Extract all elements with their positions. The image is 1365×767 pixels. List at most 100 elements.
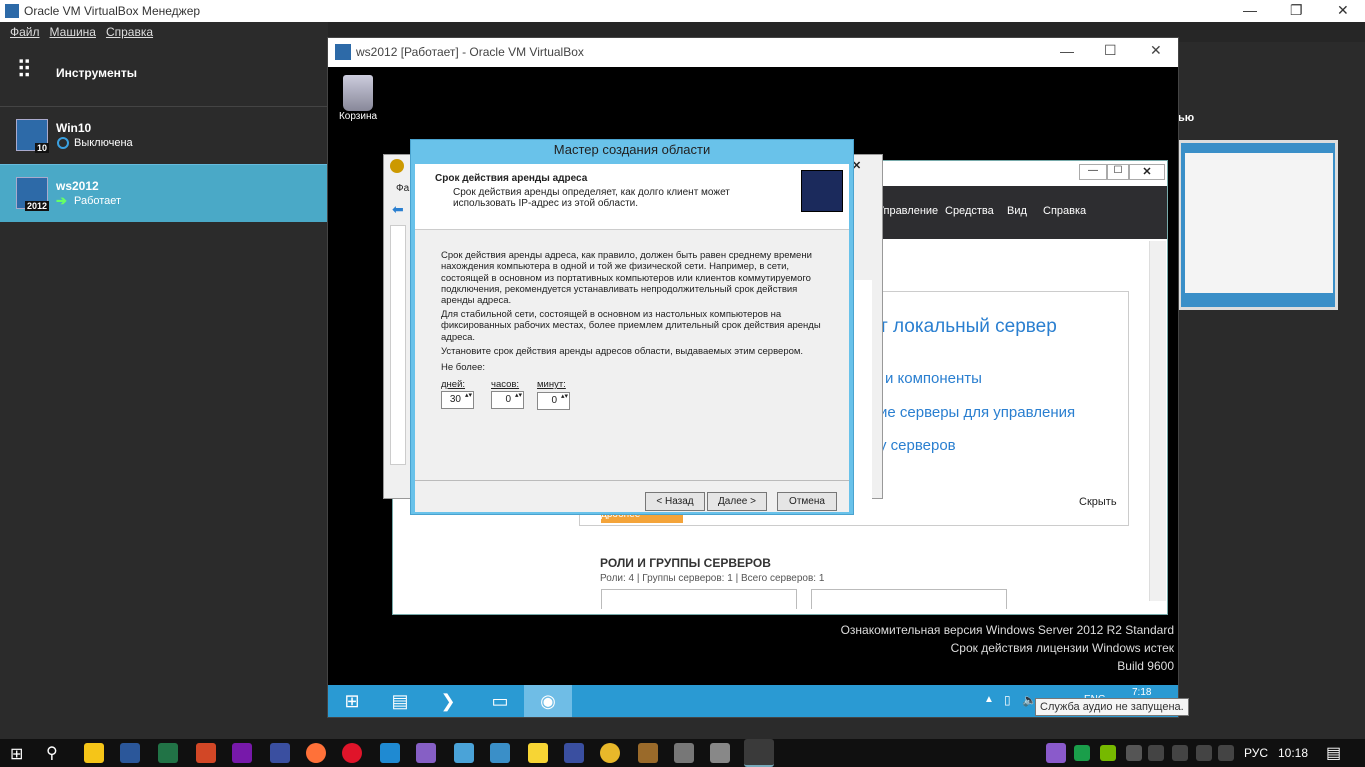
guest-clock[interactable]: 7:18	[1132, 687, 1151, 698]
wizard-header: Срок действия аренды адреса Срок действи…	[415, 164, 849, 230]
virtualbox-icon	[335, 44, 351, 60]
vm-preview	[1178, 140, 1338, 310]
vm-status: Выключена	[74, 137, 133, 149]
disk-icon[interactable]	[564, 743, 584, 763]
menu-machine[interactable]: Машина	[50, 25, 96, 39]
back-arrow-icon[interactable]: ⬅	[392, 201, 404, 218]
vm-item-ws2012[interactable]: 2012 ws2012 ➔ Работает	[0, 164, 327, 222]
powerpoint-icon[interactable]	[196, 743, 216, 763]
dhcp-details	[852, 280, 872, 500]
back-button[interactable]: < Назад	[645, 492, 705, 511]
srvmgr-close-button[interactable]: ✕	[1129, 164, 1165, 180]
srvmgr-max-button[interactable]: ☐	[1107, 164, 1129, 180]
battery-icon[interactable]	[1126, 745, 1142, 761]
feather-icon[interactable]	[1046, 743, 1066, 763]
sticky-notes-icon[interactable]	[528, 743, 548, 763]
dhcp-tree	[390, 225, 406, 465]
word-icon[interactable]	[120, 743, 140, 763]
hide-link[interactable]: Скрыть	[1079, 496, 1117, 508]
menu-tools[interactable]: Средства	[945, 205, 994, 217]
recycle-bin-icon	[343, 75, 373, 111]
vm-sidebar: ⫶⫶ Инструменты 10 Win10 Выключена 2012 w…	[0, 42, 328, 739]
kaspersky-icon[interactable]	[1074, 745, 1090, 761]
audio-tooltip: Служба аудио не запущена.	[1035, 698, 1189, 716]
srvmgr-min-button[interactable]: —	[1079, 164, 1107, 180]
tray-arrow-icon[interactable]: ▲	[984, 694, 994, 705]
link-local-server[interactable]: т локальный сервер	[879, 316, 1057, 338]
next-button[interactable]: Далее >	[707, 492, 767, 511]
cancel-button[interactable]: Отмена	[777, 492, 837, 511]
recycle-bin[interactable]: Корзина	[338, 75, 378, 122]
opera-icon[interactable]	[342, 743, 362, 763]
link-add-servers[interactable]: ие серверы для управления	[879, 404, 1075, 421]
save-icon[interactable]	[270, 743, 290, 763]
guest-title: ws2012 [Работает] - Oracle VM VirtualBox	[356, 45, 584, 59]
nvidia-icon[interactable]	[1100, 745, 1116, 761]
minutes-spinner[interactable]: 0	[537, 392, 570, 410]
notifications-icon[interactable]: ▤	[1326, 743, 1341, 763]
server-manager-taskbar-icon[interactable]: ▤	[376, 685, 424, 717]
vscode-icon[interactable]	[380, 743, 400, 763]
running-arrow-icon: ➔	[56, 193, 67, 208]
tool-icon[interactable]	[638, 743, 658, 763]
visualstudio-icon[interactable]	[416, 743, 436, 763]
guest-window: ws2012 [Работает] - Oracle VM VirtualBox…	[327, 37, 1179, 718]
cube-icon[interactable]	[710, 743, 730, 763]
link-server-group[interactable]: у серверов	[879, 437, 956, 454]
power-off-icon	[57, 137, 69, 149]
firefox-icon[interactable]	[306, 743, 326, 763]
hours-spinner[interactable]: 0	[491, 391, 524, 409]
guest-maximize-button[interactable]: ☐	[1104, 42, 1117, 59]
dhcp-icon	[390, 159, 404, 173]
menu-help[interactable]: Справка	[106, 25, 153, 39]
wizard-subheading: Срок действия аренды определяет, как дол…	[453, 187, 730, 209]
tray-network-icon[interactable]: ▯	[1004, 693, 1011, 707]
srvmgr-scrollbar[interactable]	[1149, 241, 1166, 601]
volume-icon[interactable]	[1218, 745, 1234, 761]
wifi-icon[interactable]	[1196, 745, 1212, 761]
language-indicator[interactable]: РУС	[1244, 746, 1268, 760]
dhcp-taskbar-icon[interactable]: ◉	[524, 685, 572, 717]
chrome-icon[interactable]	[600, 743, 620, 763]
guest-close-button[interactable]: ✕	[1150, 42, 1162, 59]
start-button[interactable]: ⊞	[328, 685, 376, 717]
virtualbox-taskbar-icon[interactable]	[744, 739, 774, 767]
excel-icon[interactable]	[158, 743, 178, 763]
tools-icon: ⫶⫶	[18, 56, 30, 83]
search-icon[interactable]: ⚲	[46, 743, 58, 763]
days-spinner[interactable]: 30	[441, 391, 474, 409]
role-tile[interactable]	[811, 589, 1007, 609]
details-text-fragment: ью	[1178, 112, 1195, 124]
restore-button[interactable]: ❐	[1290, 2, 1303, 19]
dhcp-menu-file[interactable]: Фа	[396, 183, 409, 194]
explorer-taskbar-icon[interactable]: ▭	[476, 685, 524, 717]
network-tool-icon[interactable]	[674, 743, 694, 763]
powershell-taskbar-icon[interactable]: ❯	[424, 685, 472, 717]
onenote-icon[interactable]	[232, 743, 252, 763]
minimize-button[interactable]: —	[1243, 2, 1257, 18]
explorer-icon[interactable]	[84, 743, 104, 763]
wizard-paragraph-2: Для стабильной сети, состоящей в основно…	[441, 309, 821, 343]
vm-item-win10[interactable]: 10 Win10 Выключена	[0, 106, 327, 164]
roles-section-subtitle: Роли: 4 | Группы серверов: 1 | Всего сер…	[600, 573, 825, 584]
wizard-heading: Срок действия аренды адреса	[435, 173, 588, 184]
menu-view[interactable]: Вид	[1007, 205, 1027, 217]
scope-wizard-dialog: Мастер создания области Срок действия ар…	[410, 139, 854, 515]
tools-item[interactable]: ⫶⫶ Инструменты	[0, 42, 327, 102]
wizard-folders-icon	[801, 170, 843, 212]
teamviewer-icon[interactable]	[454, 743, 474, 763]
menu-help[interactable]: Справка	[1043, 205, 1086, 217]
role-tile[interactable]	[601, 589, 797, 609]
tray-app-icon[interactable]	[1148, 745, 1164, 761]
keyboard-icon[interactable]	[490, 743, 510, 763]
host-menubar: Файл Машина Справка	[0, 22, 328, 42]
display-icon[interactable]	[1172, 745, 1188, 761]
clock[interactable]: 10:18	[1278, 746, 1308, 760]
guest-minimize-button[interactable]: —	[1060, 43, 1074, 59]
windows-start-icon[interactable]: ⊞	[10, 744, 23, 764]
menu-file[interactable]: Файл	[10, 25, 40, 39]
link-roles[interactable]: и компоненты	[885, 370, 982, 387]
watermark-line-1: Ознакомительная версия Windows Server 20…	[840, 623, 1174, 637]
menu-manage[interactable]: Управление	[877, 205, 938, 217]
close-button[interactable]: ✕	[1337, 2, 1349, 19]
